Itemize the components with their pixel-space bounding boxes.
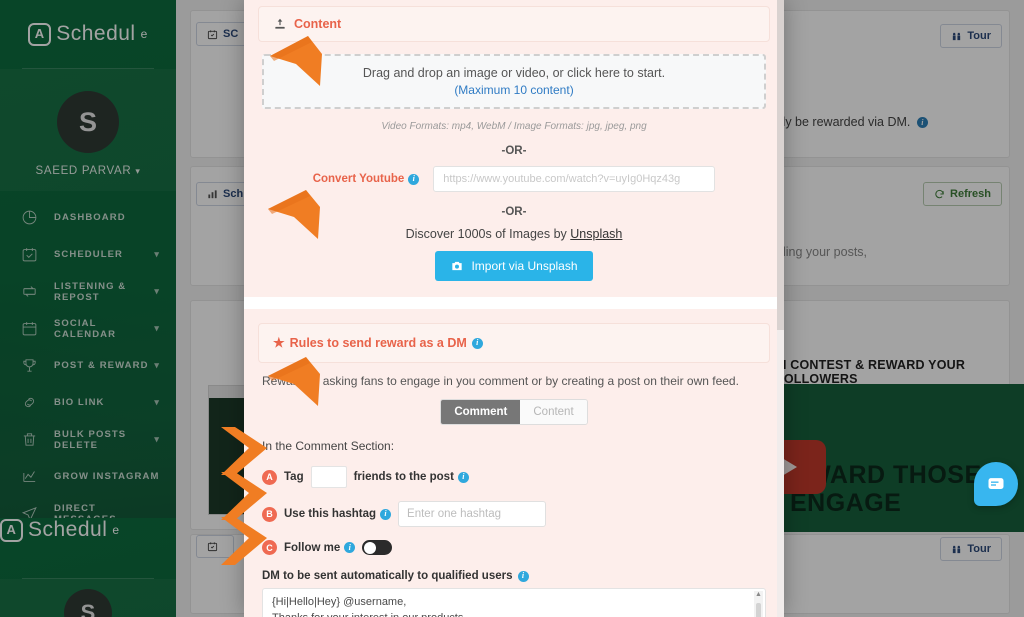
modal-scrollbar[interactable] xyxy=(777,0,784,617)
content-dropzone[interactable]: Drag and drop an image or video, or clic… xyxy=(262,54,766,109)
import-via-unsplash-button[interactable]: Import via Unsplash xyxy=(435,251,593,281)
youtube-convert-row: Convert Youtube i xyxy=(244,166,784,192)
dm-line: {Hi|Hello|Hey} @username, xyxy=(272,596,407,608)
rule-b-label-text: Use this hashtag xyxy=(284,508,377,520)
youtube-url-input[interactable] xyxy=(433,166,716,192)
modal-scrollbar-thumb[interactable] xyxy=(777,0,784,330)
chat-support-button[interactable] xyxy=(974,462,1018,506)
dm-textarea-scrollbar[interactable]: ▲ ▼ xyxy=(754,591,763,617)
dm-message-label: DM to be sent automatically to qualified… xyxy=(244,555,784,582)
content-section-title: Content xyxy=(294,17,342,31)
segment-content[interactable]: Content xyxy=(520,400,587,424)
rule-row-follow-me: C Follow me i xyxy=(244,540,784,555)
info-icon-youtube[interactable]: i xyxy=(408,173,420,185)
info-icon-hashtag[interactable]: i xyxy=(380,508,392,520)
discover-text: Discover 1000s of Images by xyxy=(405,227,571,241)
or-separator-2: -OR- xyxy=(501,206,527,218)
youtube-label-text: Convert Youtube xyxy=(312,173,405,185)
rule-b-label: Use this hashtag i xyxy=(284,508,392,520)
upload-icon xyxy=(275,18,285,29)
segment-comment[interactable]: Comment xyxy=(441,400,521,424)
or-separator-1: -OR- xyxy=(501,145,527,157)
section-gap xyxy=(244,297,784,309)
dropzone-max-text: (Maximum 10 content) xyxy=(454,83,574,97)
rules-section-title: Rules to send reward as a DM xyxy=(289,336,467,350)
rules-section-header: ★ Rules to send reward as a DM i xyxy=(258,323,770,363)
rules-section: ★ Rules to send reward as a DM i Reward … xyxy=(244,309,784,617)
rules-mode-segmented-wrap: Comment Content xyxy=(244,399,784,425)
dm-message-label-text: DM to be sent automatically to qualified… xyxy=(262,570,513,582)
unsplash-import-wrap: Import via Unsplash xyxy=(244,251,784,297)
rule-a-label-after: friends to the post i xyxy=(354,471,469,483)
scrollbar-thumb[interactable] xyxy=(756,603,761,617)
content-section-header: Content xyxy=(258,6,770,42)
rules-description: Reward by asking fans to engage in you c… xyxy=(262,374,739,388)
tag-friends-count-input[interactable] xyxy=(310,466,347,488)
info-icon-rules[interactable]: i xyxy=(471,337,483,349)
info-icon-dm[interactable]: i xyxy=(517,570,529,582)
rule-a-label-before: Tag xyxy=(284,471,304,483)
toggle-knob xyxy=(363,541,376,554)
unsplash-discover-text: Discover 1000s of Images by Unsplash xyxy=(244,227,784,241)
youtube-label: Convert Youtube i xyxy=(313,173,420,185)
dm-line: Thanks for your interest in our products… xyxy=(272,611,756,617)
rule-a-after-text: friends to the post xyxy=(353,471,454,483)
dropzone-main-text: Drag and drop an image or video, or clic… xyxy=(362,66,666,80)
comment-section-label: In the Comment Section: xyxy=(262,439,395,453)
camera-icon xyxy=(452,261,463,271)
post-reward-modal: Content Drag and drop an image or video,… xyxy=(244,0,784,617)
info-icon-tag-friends[interactable]: i xyxy=(457,471,469,483)
chat-bubble-icon xyxy=(988,478,1004,489)
rule-row-hashtag: B Use this hashtag i xyxy=(244,501,784,527)
supported-formats-note: Video Formats: mp4, WebM / Image Formats… xyxy=(381,121,647,132)
rule-badge-a: A xyxy=(262,469,277,485)
rule-row-tag-friends: A Tag friends to the post i xyxy=(244,466,784,488)
rule-badge-c: C xyxy=(262,540,277,555)
follow-me-toggle[interactable] xyxy=(362,540,393,555)
rule-c-label-text: Follow me xyxy=(284,541,341,554)
scroll-up-icon[interactable]: ▲ xyxy=(755,591,762,598)
rules-mode-segmented-control[interactable]: Comment Content xyxy=(440,399,588,425)
info-icon-follow-me[interactable]: i xyxy=(344,542,356,553)
rule-badge-b: B xyxy=(262,506,277,522)
unsplash-link[interactable]: Unsplash xyxy=(570,227,622,241)
import-button-label: Import via Unsplash xyxy=(471,259,578,273)
rule-c-label: Follow me i xyxy=(284,541,356,554)
dm-message-textarea[interactable]: {Hi|Hello|Hey} @username, Thanks for you… xyxy=(262,588,766,617)
hashtag-input[interactable] xyxy=(398,501,547,527)
star-icon: ★ xyxy=(273,335,285,350)
